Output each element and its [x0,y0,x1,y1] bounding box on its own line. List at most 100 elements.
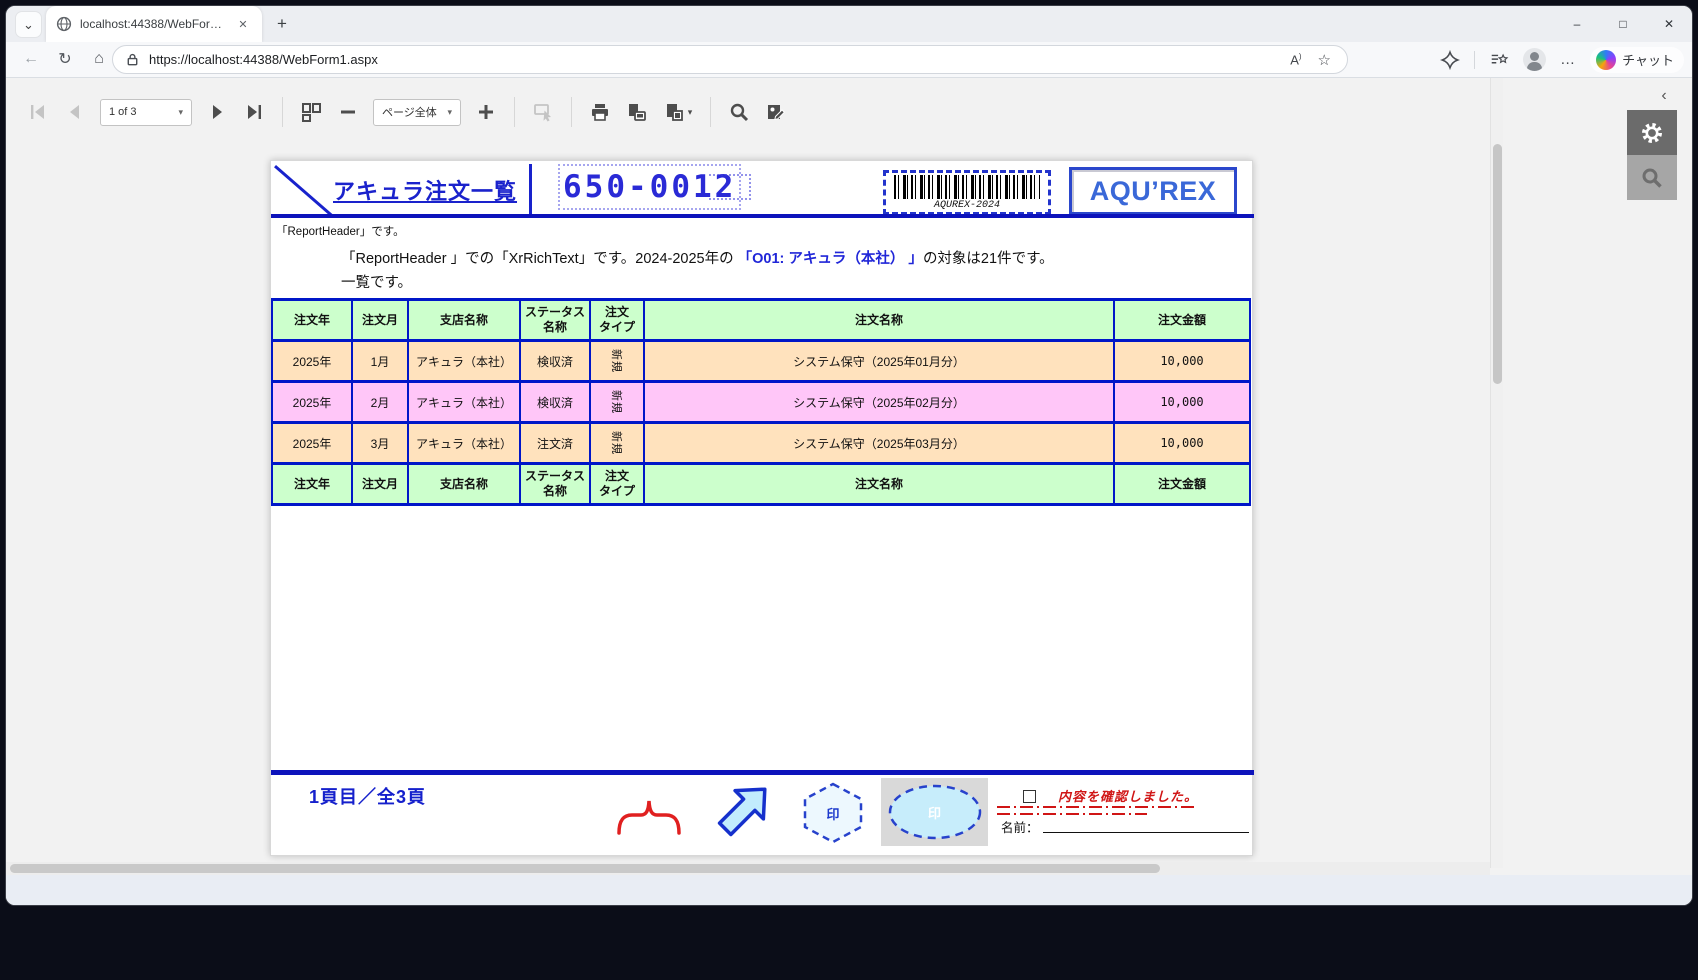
tab-close-icon[interactable]: ✕ [234,15,252,33]
home-button[interactable]: ⌂ [86,46,112,72]
tab-title: localhost:44388/WebForm1.aspx [80,17,226,31]
chevron-left-icon: ‹ [1661,87,1666,105]
barcode-caption: AQUREX-2024 [894,200,1040,211]
panel-tab-settings[interactable] [1627,110,1677,155]
company-logo: AQU’REX [1069,167,1237,215]
horizontal-scrollbar-thumb[interactable] [10,864,1160,873]
last-page-button[interactable] [242,100,266,124]
divider [282,97,283,127]
zoom-in-button[interactable] [474,100,498,124]
window-bottom-strip [6,875,1692,905]
browser-window: ⌄ localhost:44388/WebForm1.aspx ✕ + – □ … [6,6,1692,905]
col-header: ステータス 名称 [520,464,590,505]
stamp-label: 印 [801,782,865,844]
search-button[interactable] [727,100,751,124]
browser-action-icons: … チャット [1440,45,1684,74]
panel-tab-search[interactable] [1627,155,1677,200]
cell-order-type: 新規 [590,423,644,464]
name-underline [1043,832,1249,833]
zoom-value: ページ全体 [382,104,437,120]
chevron-down-icon: ⌄ [23,17,34,33]
table-footer-header-row: 注文年 注文月 支店名称 ステータス 名称 注文 タイプ 注文名称 注文金額 [272,464,1250,505]
cell-order-type: 新規 [590,341,644,382]
rich-text-pre: 「ReportHeader 」での「XrRichText」です。2024-202… [341,251,738,267]
first-page-button[interactable] [26,100,50,124]
extensions-icon[interactable] [1440,50,1460,70]
selection-pointer-icon [532,101,554,123]
divider [710,97,711,127]
rich-text-line: 「ReportHeader 」での「XrRichText」です。2024-202… [341,247,1054,268]
postal-code-dotted-boxes [709,174,751,200]
highlight-editing-fields-button[interactable] [531,100,555,124]
back-button[interactable]: ← [18,46,44,72]
cell-year: 2025年 [272,341,352,382]
globe-icon [56,16,72,32]
cell-order-type: 新規 [590,382,644,423]
cell-status: 検収済 [520,341,590,382]
vertical-scrollbar[interactable] [1490,78,1503,868]
arrow-shape [711,775,779,843]
next-page-button[interactable] [205,100,229,124]
cell-status: 注文済 [520,423,590,464]
refresh-button[interactable]: ↻ [52,46,78,72]
panel-collapse-button[interactable]: ‹ [1654,86,1674,106]
chevron-down-icon: ▾ [688,107,693,118]
minimize-button[interactable]: – [1554,6,1600,42]
chevron-down-icon: ▾ [447,107,452,118]
tab-search-button[interactable]: ⌄ [15,11,42,38]
minus-icon [337,101,359,123]
prev-page-button[interactable] [63,100,87,124]
vertical-scrollbar-thumb[interactable] [1493,144,1502,384]
divider [514,97,515,127]
favorites-bar-icon[interactable] [1489,50,1509,70]
address-bar[interactable]: https://localhost:44388/WebForm1.aspx A)… [112,45,1348,74]
page-indicator-combobox[interactable]: 1 of 3 ▾ [100,99,192,126]
cell-amount: 10,000 [1114,382,1250,423]
ellipse-stamp-background: 印 [881,778,988,846]
col-header: 注文金額 [1114,464,1250,505]
maximize-button[interactable]: □ [1600,6,1646,42]
print-page-button[interactable] [625,100,649,124]
search-icon [1640,166,1664,190]
divider [571,97,572,127]
table-header-row: 注文年 注文月 支店名称 ステータス 名称 注文 タイプ 注文名称 注文金額 [272,300,1250,341]
read-aloud-icon[interactable]: A) [1290,52,1301,67]
stamp-label: 印 [886,783,984,841]
export-button[interactable]: ▾ [662,100,694,124]
confirm-checkbox[interactable] [1023,790,1036,803]
home-icon: ⌂ [94,50,104,68]
zoom-out-button[interactable] [336,100,360,124]
browser-tab[interactable]: localhost:44388/WebForm1.aspx ✕ [46,6,262,42]
plus-icon [475,101,497,123]
first-page-icon [27,101,49,123]
order-table: 注文年 注文月 支店名称 ステータス 名称 注文 タイプ 注文名称 注文金額 2… [271,298,1251,506]
favorite-star-icon[interactable]: ☆ [1318,51,1331,69]
cell-branch: アキュラ（本社） [408,341,520,382]
print-page-icon [626,101,648,123]
watermark-edit-button[interactable] [764,100,788,124]
zoom-combobox[interactable]: ページ全体 ▾ [373,99,461,126]
brace-shape [616,795,682,835]
report-viewer: 1 of 3 ▾ ページ全体 ▾ [6,78,1692,905]
refresh-icon: ↻ [58,49,71,69]
settings-more-icon[interactable]: … [1560,51,1576,68]
confirm-label: 内容を確認しました。 [1058,786,1198,805]
multipage-view-button[interactable] [299,100,323,124]
cell-month: 2月 [352,382,408,423]
printer-icon [589,101,611,123]
col-header: ステータス 名称 [520,300,590,341]
print-button[interactable] [588,100,612,124]
horizontal-scrollbar[interactable] [6,862,1490,875]
profile-avatar[interactable] [1523,48,1546,71]
close-button[interactable]: ✕ [1646,6,1692,42]
col-header: 支店名称 [408,300,520,341]
plus-icon: + [277,14,287,34]
new-tab-button[interactable]: + [272,14,292,34]
chevron-down-icon: ▾ [178,107,183,118]
col-header: 支店名称 [408,464,520,505]
copilot-chat-button[interactable]: チャット [1590,47,1684,73]
copilot-label: チャット [1622,50,1674,69]
cell-status: 検収済 [520,382,590,423]
header-rule [271,214,1254,218]
cell-month: 1月 [352,341,408,382]
